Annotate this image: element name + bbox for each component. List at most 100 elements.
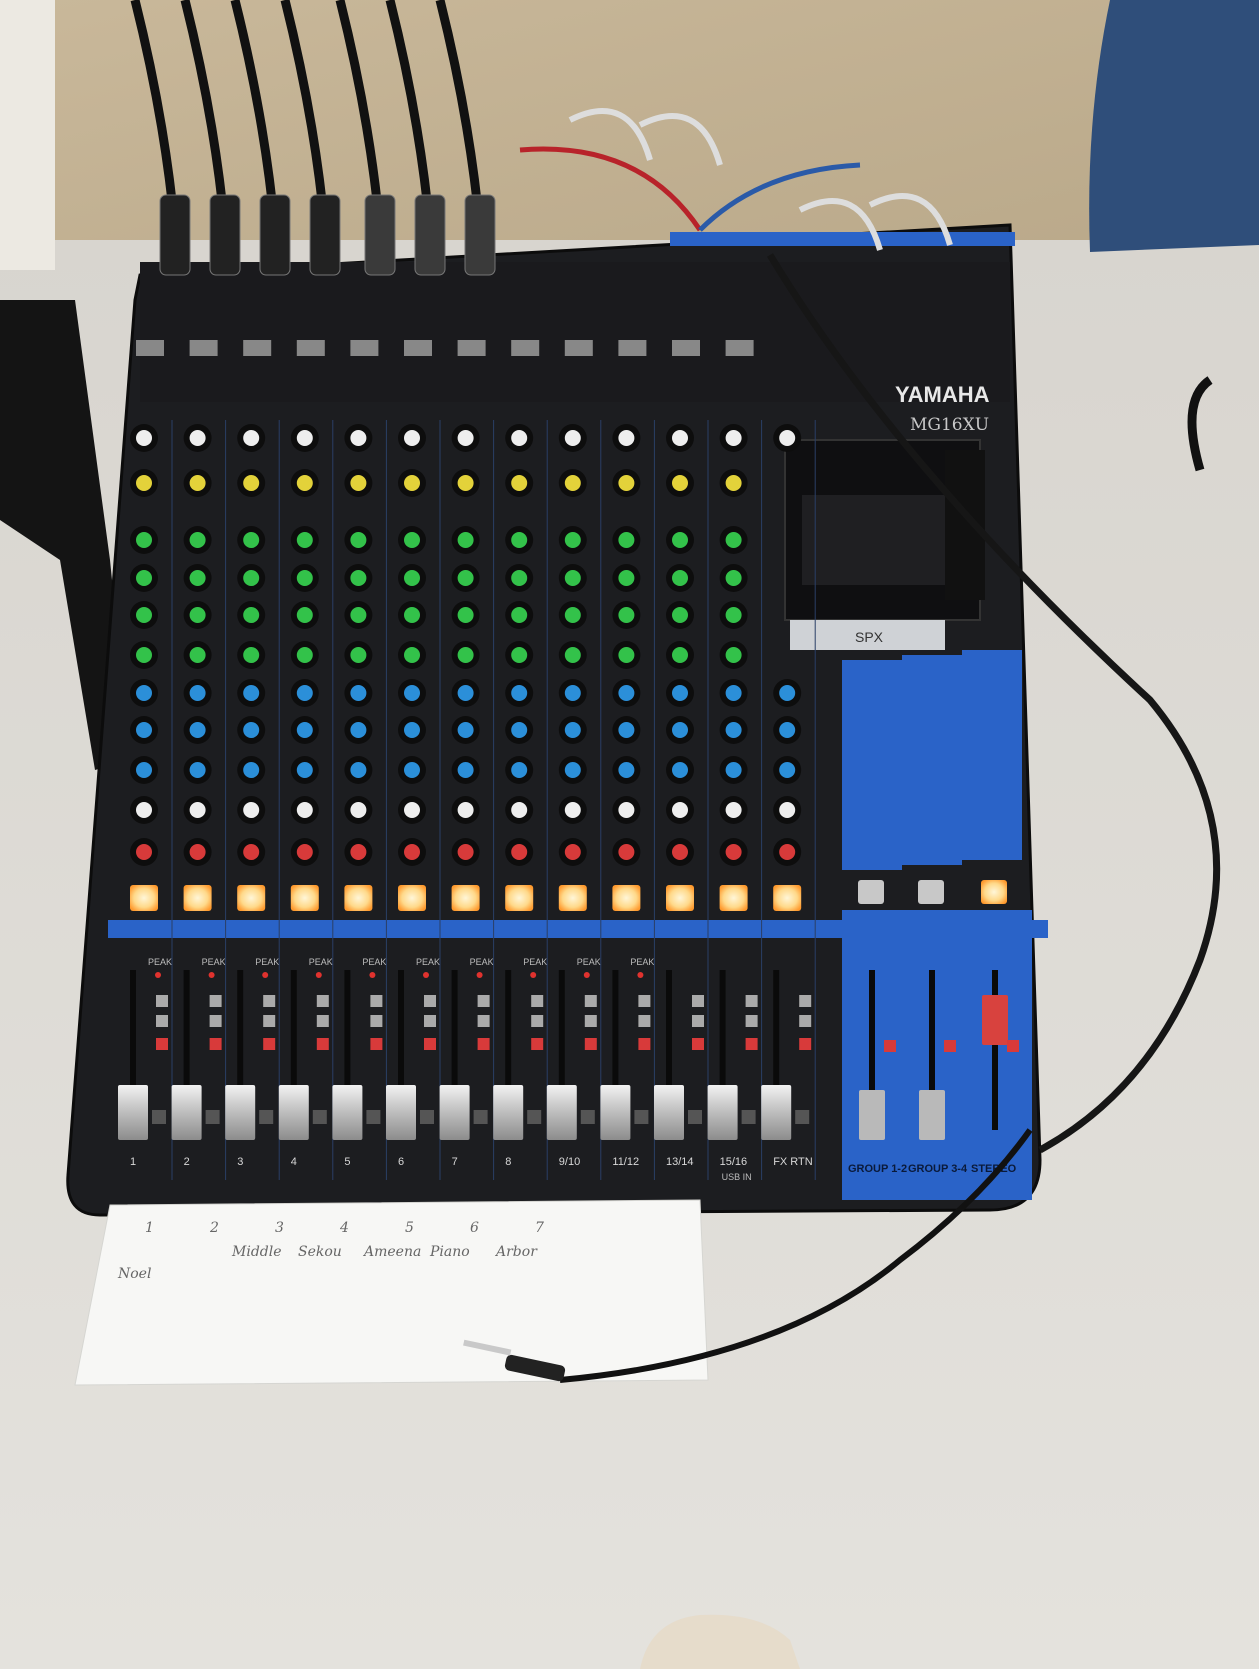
channel-number-label: 8 — [505, 1156, 511, 1168]
channel-number-label: 15/16 — [720, 1156, 748, 1168]
knob — [350, 607, 367, 623]
knob — [564, 802, 581, 818]
knob — [457, 844, 474, 860]
pfl-button — [209, 1038, 222, 1050]
knob — [189, 475, 206, 491]
xlr-connector — [414, 194, 446, 276]
knob — [457, 475, 474, 491]
paper-column-name: Arbor — [494, 1244, 538, 1260]
on-led-button — [666, 885, 694, 911]
mute-button — [745, 995, 758, 1007]
pad-switch — [672, 340, 700, 356]
knob — [189, 647, 206, 663]
on-led-button — [290, 885, 319, 911]
knob — [725, 762, 742, 778]
channel-number-label: 1 — [130, 1156, 136, 1168]
pfl-button — [156, 1038, 168, 1050]
knob — [618, 844, 635, 860]
pfl-switch — [527, 1110, 542, 1124]
fader-cap — [332, 1085, 363, 1140]
on-led-button — [505, 885, 534, 911]
peak-label: PEAK — [362, 957, 386, 967]
knob — [136, 607, 152, 623]
pad-switch — [350, 340, 379, 356]
knob — [457, 722, 474, 738]
knob — [296, 430, 313, 446]
mute-button — [156, 995, 168, 1007]
knob — [296, 475, 313, 491]
knob — [296, 762, 313, 778]
fader-cap — [225, 1085, 256, 1140]
knob — [404, 685, 420, 701]
knob — [404, 570, 420, 586]
fader-cap — [118, 1085, 148, 1140]
xlr-connector — [259, 194, 291, 276]
mute-button — [799, 995, 812, 1007]
xlr-connector — [464, 194, 496, 276]
pfl-switch — [688, 1110, 702, 1124]
knob — [779, 685, 796, 701]
knob — [350, 685, 367, 701]
knob — [296, 685, 313, 701]
pfl-switch — [473, 1110, 488, 1124]
assign-button — [209, 1015, 222, 1027]
pad-switch — [189, 340, 218, 356]
assign-button — [531, 1015, 544, 1027]
paper-column-name: Piano — [429, 1244, 470, 1260]
assign-button — [745, 1015, 758, 1027]
xlr-connector — [364, 194, 396, 276]
channel-number-label: 7 — [452, 1156, 458, 1168]
pfl-button — [692, 1038, 704, 1050]
pfl-switch — [152, 1110, 166, 1124]
knob — [511, 722, 528, 738]
knob — [404, 762, 420, 778]
photo-scene: YAMAHA MG16XU SPX PEAK 1 PEAK 2 PEAK 3 PEAK 4 PE… — [0, 0, 1259, 1669]
paper-note — [74, 1199, 709, 1386]
assign-button — [263, 1015, 276, 1027]
mute-button — [692, 995, 704, 1007]
knob — [511, 802, 528, 818]
xlr-connector — [159, 194, 191, 276]
knob — [136, 685, 152, 701]
knob — [672, 647, 688, 663]
paper-number: 6 — [470, 1220, 479, 1236]
knob — [511, 762, 528, 778]
on-led-button — [237, 885, 266, 911]
mute-button — [263, 995, 276, 1007]
channel-number-label: 2 — [184, 1156, 190, 1168]
knob — [243, 475, 260, 491]
brand-logo: YAMAHA — [895, 382, 990, 407]
assign-button — [477, 1015, 490, 1027]
group-on-button — [918, 880, 944, 904]
assign-button — [424, 1015, 436, 1027]
pfl-button — [477, 1038, 490, 1050]
knob — [457, 802, 474, 818]
pad-switch — [136, 340, 164, 356]
knob — [725, 647, 742, 663]
knob — [350, 475, 367, 491]
knob — [136, 762, 152, 778]
knob — [618, 570, 635, 586]
knob — [350, 647, 367, 663]
knob — [618, 532, 635, 548]
knob — [189, 430, 206, 446]
knob — [243, 685, 260, 701]
knob — [457, 685, 474, 701]
knob — [243, 762, 260, 778]
pad-switch — [725, 340, 754, 356]
mute-button — [209, 995, 222, 1007]
fader-cap — [707, 1085, 738, 1140]
peak-led — [476, 972, 483, 978]
mute-button — [370, 995, 383, 1007]
knob — [350, 570, 367, 586]
knob — [672, 685, 688, 701]
paper-number: 5 — [405, 1220, 414, 1236]
knob — [725, 722, 742, 738]
pfl-switch — [795, 1110, 810, 1124]
paper-number: 2 — [209, 1220, 219, 1236]
mute-button — [316, 995, 329, 1007]
group-assign-button — [944, 1040, 956, 1052]
pfl-button — [638, 1038, 651, 1050]
knob — [618, 475, 635, 491]
knob — [189, 532, 206, 548]
